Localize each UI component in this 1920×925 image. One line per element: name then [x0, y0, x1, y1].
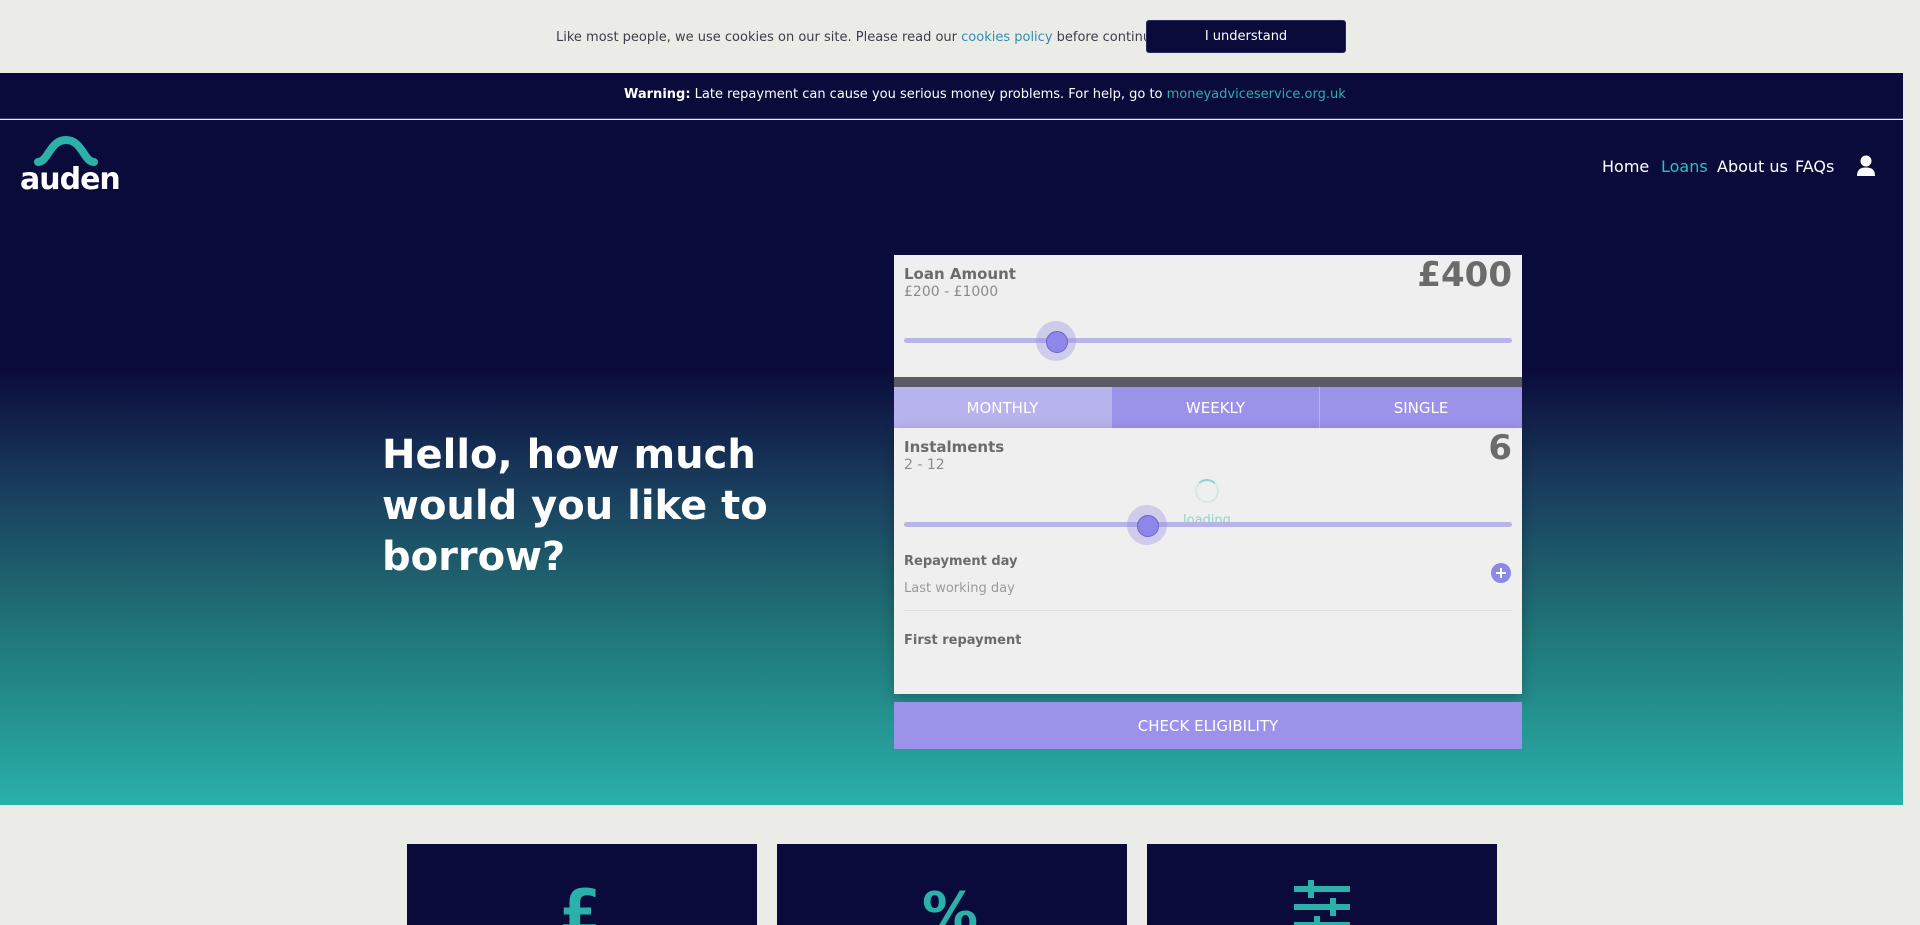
- row-divider: [904, 610, 1512, 611]
- instalments-panel: Instalments 2 - 12 6 loading Repayment d…: [894, 428, 1522, 694]
- feature-card-sliders: [1147, 844, 1497, 925]
- warning-bar: Warning: Late repayment can cause you se…: [0, 73, 1903, 119]
- sliders-icon: [1294, 880, 1350, 925]
- warning-text: Late repayment can cause you serious mon…: [690, 87, 1167, 102]
- instalments-label: Instalments: [904, 438, 1005, 456]
- hero-section: auden Home Loans About us FAQs Hello, ho…: [0, 120, 1903, 805]
- loan-amount-panel: Loan Amount £200 - £1000 £400: [894, 255, 1522, 377]
- loan-amount-label: Loan Amount: [904, 265, 1016, 283]
- loading-spinner-icon: [1195, 479, 1219, 503]
- loan-amount-range: £200 - £1000: [904, 284, 999, 300]
- nav-faqs[interactable]: FAQs: [1795, 157, 1834, 176]
- loan-amount-slider-handle[interactable]: [1036, 321, 1076, 361]
- svg-text:%: %: [922, 881, 978, 925]
- tab-weekly[interactable]: WEEKLY: [1112, 387, 1320, 428]
- nav-home[interactable]: Home: [1602, 157, 1649, 176]
- instalments-slider-track[interactable]: [904, 522, 1512, 527]
- tab-single[interactable]: SINGLE: [1320, 387, 1522, 428]
- logo-wordmark: auden: [20, 162, 121, 197]
- feature-card-percent: %: [777, 844, 1127, 925]
- warning-label: Warning:: [624, 87, 691, 102]
- money-advice-link[interactable]: moneyadviceservice.org.uk: [1167, 87, 1346, 102]
- feature-card-pound: £: [407, 844, 757, 925]
- warning-message: Warning: Late repayment can cause you se…: [624, 87, 1346, 102]
- first-repayment-label: First repayment: [904, 633, 1022, 648]
- instalments-value: 6: [1488, 428, 1512, 468]
- check-eligibility-button[interactable]: CHECK ELIGIBILITY: [894, 702, 1522, 749]
- svg-text:£: £: [559, 877, 601, 925]
- nav-loans[interactable]: Loans: [1661, 157, 1708, 176]
- panel-divider: [894, 377, 1522, 387]
- hero-headline: Hello, how much would you like to borrow…: [382, 432, 768, 580]
- nav-about-us[interactable]: About us: [1717, 157, 1788, 176]
- repayment-day-add-icon[interactable]: [1491, 563, 1511, 583]
- cookie-bar: Like most people, we use cookies on our …: [0, 0, 1903, 73]
- instalments-slider-handle[interactable]: [1127, 505, 1168, 545]
- repayment-frequency-tabs: MONTHLY WEEKLY SINGLE: [894, 387, 1522, 428]
- cookies-policy-link[interactable]: cookies policy: [961, 30, 1052, 45]
- percent-icon: %: [922, 881, 978, 925]
- loan-amount-value: £400: [1417, 255, 1512, 295]
- instalments-range: 2 - 12: [904, 457, 945, 473]
- repayment-day-value: Last working day: [904, 581, 1015, 596]
- repayment-day-label: Repayment day: [904, 554, 1018, 569]
- tab-monthly[interactable]: MONTHLY: [894, 387, 1112, 428]
- pound-icon: £: [559, 877, 601, 925]
- user-icon[interactable]: [1856, 155, 1876, 177]
- accept-cookies-button[interactable]: I understand: [1146, 20, 1346, 53]
- cookie-text-before: Like most people, we use cookies on our …: [556, 30, 962, 45]
- cookie-message: Like most people, we use cookies on our …: [556, 30, 1175, 45]
- loan-amount-slider-track[interactable]: [904, 338, 1512, 343]
- auden-logo[interactable]: auden: [20, 134, 121, 198]
